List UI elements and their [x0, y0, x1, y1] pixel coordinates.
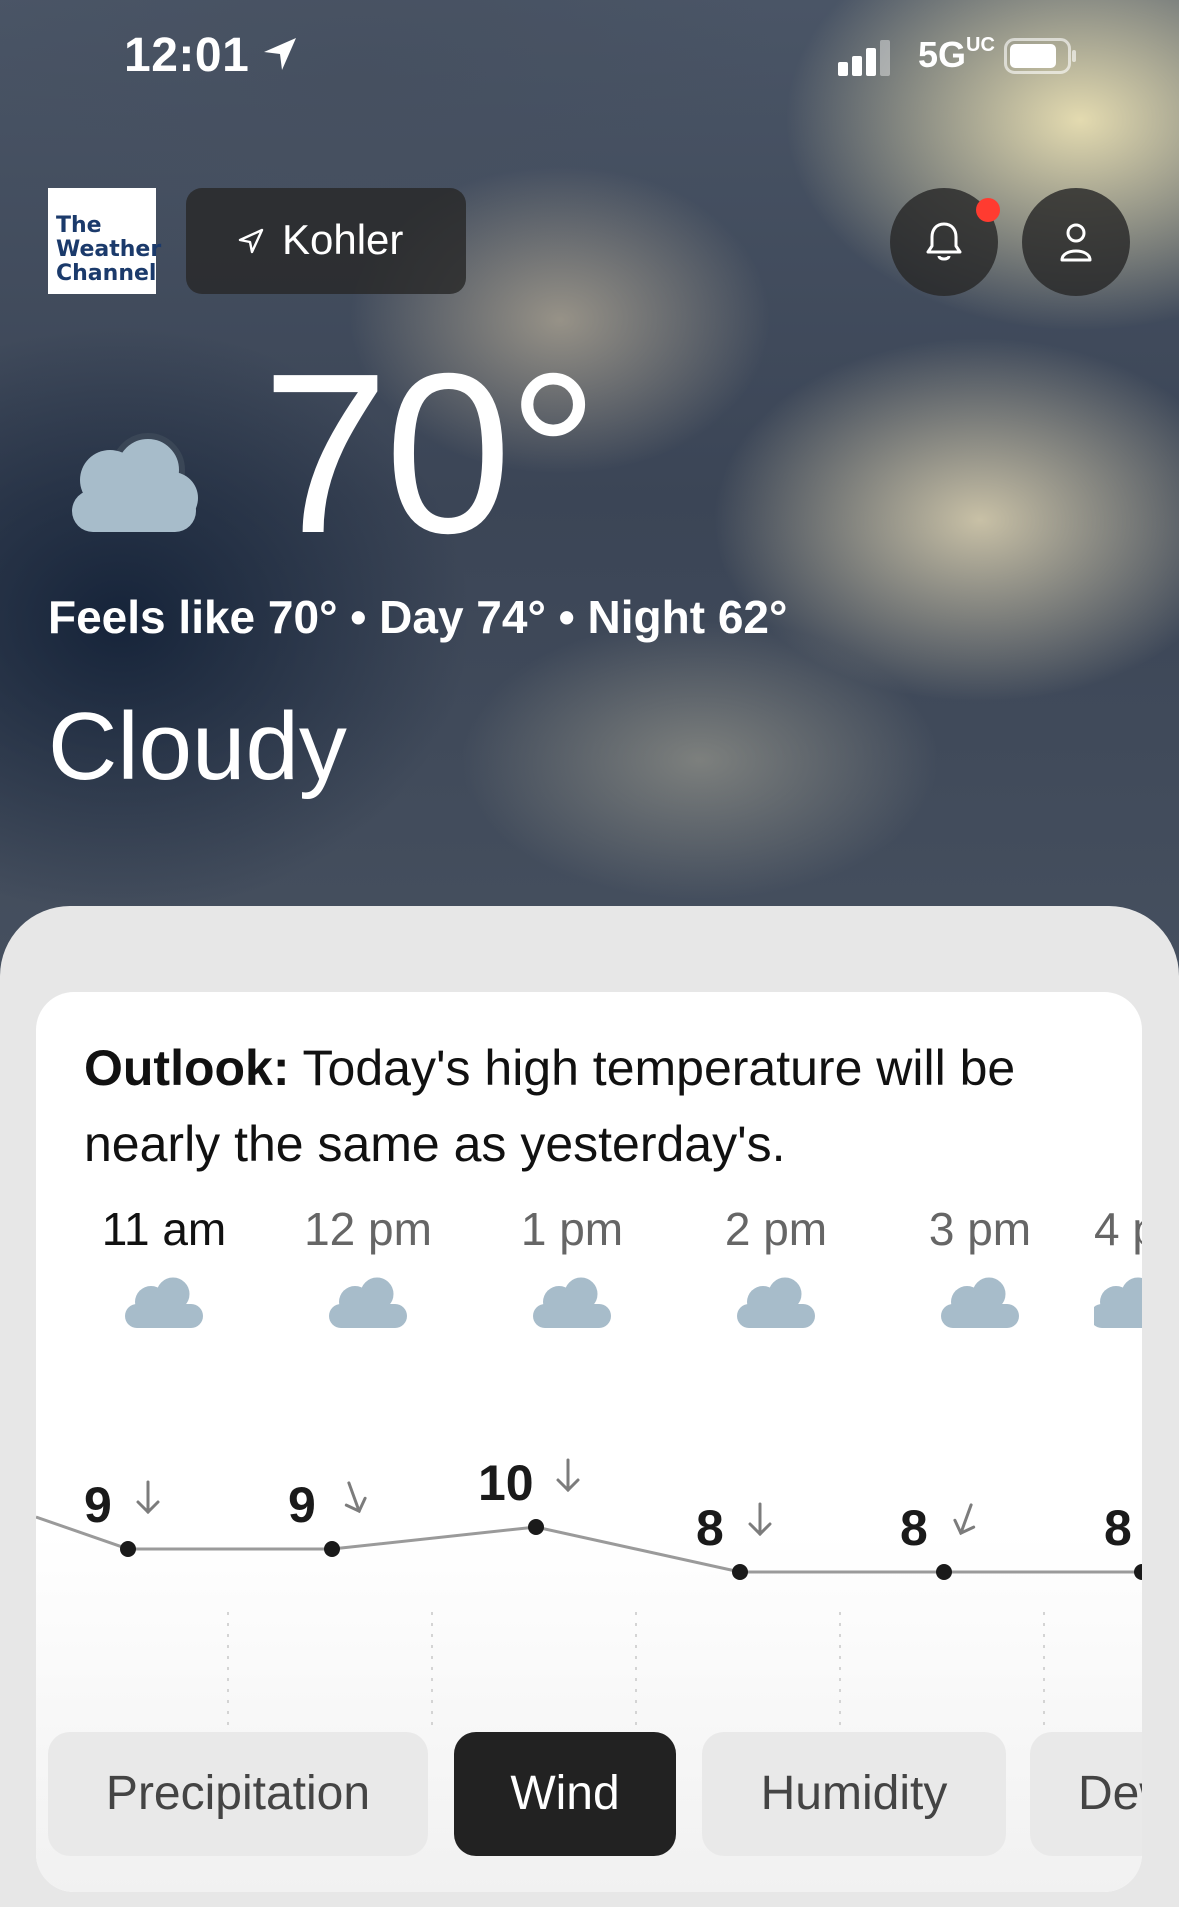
wind-direction-icon [344, 1481, 367, 1514]
wind-point [1134, 1564, 1142, 1580]
profile-button[interactable] [1022, 188, 1130, 296]
wind-trend-line [36, 1515, 1142, 1574]
wind-point [120, 1541, 136, 1557]
tab-precipitation[interactable]: Precipitation [48, 1732, 428, 1856]
wind-direction-icon [748, 1502, 772, 1537]
location-services-icon [264, 38, 296, 70]
wind-direction-icon [136, 1480, 160, 1515]
status-time: 12:01 [124, 29, 250, 82]
network-label: 5G [918, 34, 967, 75]
wind-speed-label: 8 [1104, 1500, 1132, 1556]
current-condition: Cloudy [48, 693, 347, 800]
battery-icon [1004, 38, 1076, 74]
wind-point [528, 1519, 544, 1535]
network-type: 5GUC [918, 34, 995, 76]
feels-like-summary: Feels like 70° • Day 74° • Night 62° [48, 591, 788, 643]
metric-tabs: Precipitation Wind Humidity Dew [36, 1732, 1142, 1856]
wind-point [324, 1541, 340, 1557]
logo-line-3: Channel [56, 261, 157, 286]
wind-speed-label: 9 [288, 1477, 316, 1533]
notification-badge [976, 198, 1000, 222]
hourly-card: Outlook: Today's high temperature will b… [36, 992, 1142, 1892]
wind-speed-label: 8 [900, 1500, 928, 1556]
logo-line-2: Weather [56, 237, 162, 262]
status-bar: 12:01 5GUC [0, 28, 1179, 88]
wind-speed-label: 8 [696, 1500, 724, 1556]
wind-speed-label: 10 [478, 1455, 534, 1511]
wind-chart: 9 9 10 8 8 8 [36, 1455, 1142, 1732]
location-button[interactable]: Kohler [186, 188, 466, 294]
location-arrow-icon [238, 228, 264, 254]
weather-channel-logo[interactable]: The Weather Channel [48, 188, 161, 294]
person-icon [1060, 223, 1092, 262]
location-name: Kohler [282, 216, 404, 263]
network-suffix: UC [966, 34, 995, 56]
tab-wind[interactable]: Wind [454, 1732, 676, 1856]
wind-speed-label: 9 [84, 1477, 112, 1533]
logo-line-1: The [56, 213, 102, 238]
cloud-icon [72, 433, 198, 532]
tab-dew-point[interactable]: Dew [1030, 1732, 1142, 1856]
wind-point [936, 1564, 952, 1580]
wind-direction-icon [556, 1458, 580, 1493]
wind-point [732, 1564, 748, 1580]
tab-humidity[interactable]: Humidity [702, 1732, 1006, 1856]
bell-icon [926, 222, 962, 261]
current-temperature: 70° [262, 327, 599, 581]
wind-direction-icon [953, 1503, 976, 1536]
cellular-signal-icon [838, 40, 890, 76]
